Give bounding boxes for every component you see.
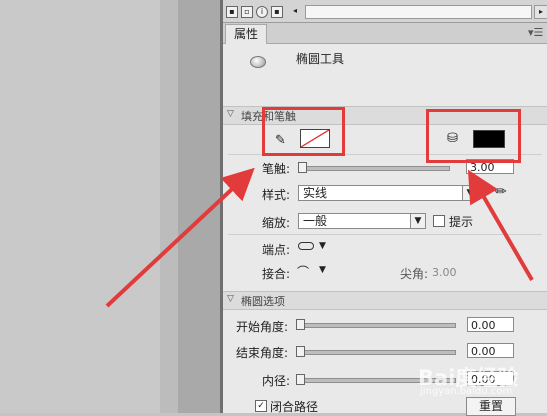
arrow-to-fill: [467, 169, 534, 282]
annotation-arrows: [105, 167, 534, 308]
watermark-url: jingyan.baidu.com: [420, 386, 513, 397]
arrow-to-stroke: [105, 167, 255, 308]
